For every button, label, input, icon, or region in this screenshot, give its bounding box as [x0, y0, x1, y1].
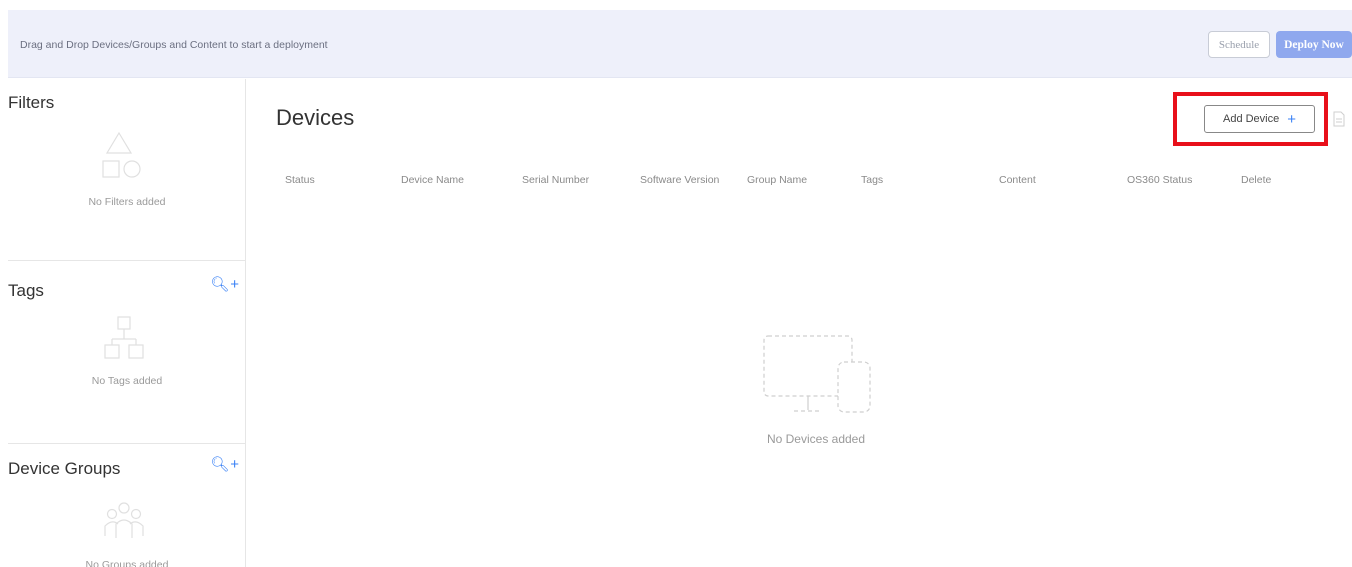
column-header-device-name[interactable]: Device Name — [401, 174, 464, 186]
deploy-now-button[interactable]: Deploy Now — [1276, 31, 1352, 58]
tags-section: Tags 🔍︎+ No Tags added — [8, 262, 246, 444]
plus-icon: + — [1287, 110, 1297, 128]
tags-empty-text: No Tags added — [91, 375, 163, 387]
column-header-software-version[interactable]: Software Version — [640, 174, 719, 186]
search-icon[interactable]: 🔍︎ — [210, 455, 230, 473]
deployment-hint: Drag and Drop Devices/Groups and Content… — [20, 39, 328, 51]
device-groups-title: Device Groups — [8, 459, 121, 478]
device-groups-section: Device Groups 🔍︎+ No Groups added — [8, 445, 246, 567]
page-title: Devices — [276, 105, 355, 130]
tags-title: Tags — [8, 281, 44, 300]
shapes-icon — [102, 131, 141, 178]
column-header-status[interactable]: Status — [285, 174, 315, 186]
column-header-tags[interactable]: Tags — [861, 174, 883, 186]
deployment-bar: Drag and Drop Devices/Groups and Content… — [8, 10, 1352, 78]
export-document-icon[interactable] — [1333, 111, 1345, 127]
filters-title: Filters — [8, 93, 55, 112]
devices-empty-icon — [763, 335, 871, 413]
filters-empty-text: No Filters added — [88, 196, 166, 208]
add-icon[interactable]: + — [230, 276, 240, 293]
add-icon[interactable]: + — [230, 456, 240, 473]
add-device-label: Add Device — [1222, 113, 1280, 125]
schedule-button[interactable]: Schedule — [1208, 31, 1270, 58]
filters-section: Filters No Filters added — [8, 79, 246, 261]
add-device-button[interactable]: Add Device + — [1204, 105, 1315, 133]
groups-empty-text: No Groups added — [85, 559, 169, 567]
hierarchy-icon — [104, 316, 144, 359]
devices-empty-text: No Devices added — [766, 432, 866, 446]
tags-actions: 🔍︎+ — [210, 275, 240, 293]
people-group-icon — [104, 502, 144, 538]
column-header-delete[interactable]: Delete — [1241, 174, 1271, 186]
sidebar: Filters No Filters added Tags 🔍︎+ No Tag… — [8, 79, 246, 567]
column-header-group-name[interactable]: Group Name — [747, 174, 807, 186]
groups-actions: 🔍︎+ — [210, 455, 240, 473]
column-header-content[interactable]: Content — [999, 174, 1036, 186]
column-header-os360-status[interactable]: OS360 Status — [1127, 174, 1192, 186]
column-header-serial-number[interactable]: Serial Number — [522, 174, 589, 186]
search-icon[interactable]: 🔍︎ — [210, 275, 230, 293]
